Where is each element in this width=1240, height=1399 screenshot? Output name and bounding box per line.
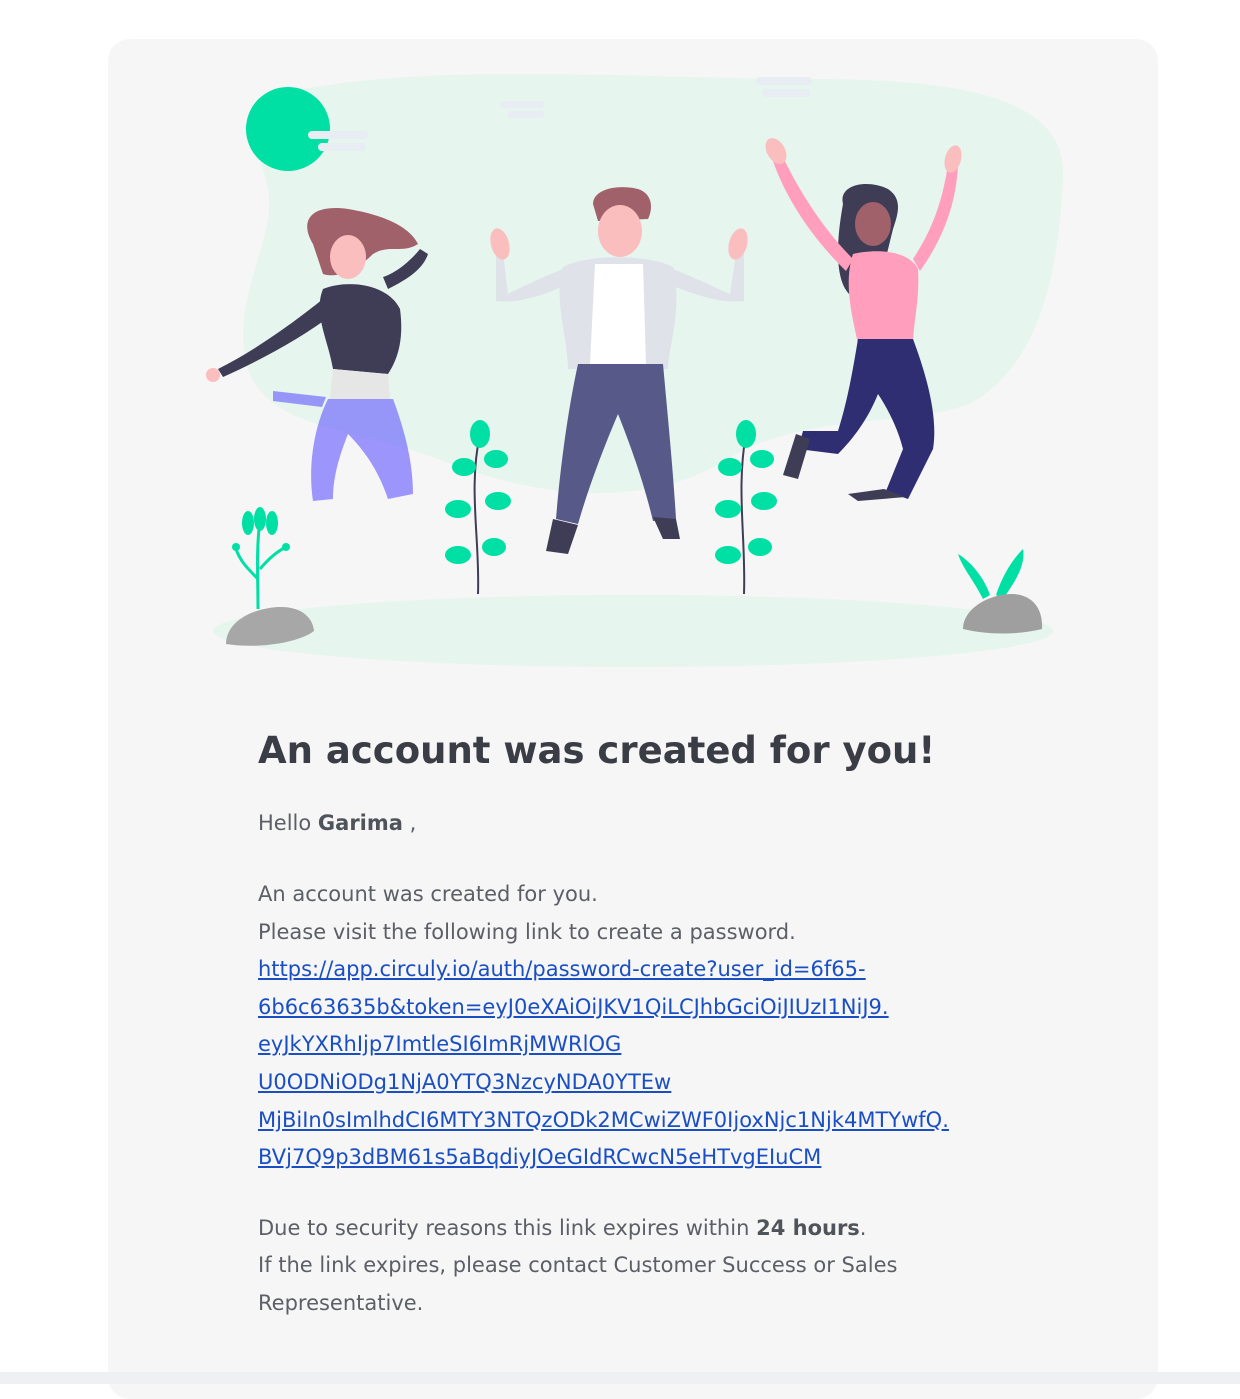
cloud <box>762 89 810 97</box>
link-line[interactable]: eyJkYXRhIjp7ImtleSI6ImRjMWRlOG <box>258 1026 978 1064</box>
sun <box>246 87 330 171</box>
email-card: An account was created for you! Hello Ga… <box>108 39 1158 1399</box>
body-line-instruction: Please visit the following link to creat… <box>258 919 796 944</box>
greeting: Hello Garima , <box>258 805 978 843</box>
cloud <box>308 131 368 139</box>
expiry-notice: Due to security reasons this link expire… <box>258 1210 978 1248</box>
cloud <box>508 111 544 118</box>
expiry-value: 24 hours <box>756 1215 860 1240</box>
greeting-prefix: Hello <box>258 811 312 836</box>
link-line[interactable]: 6b6c63635b&token=eyJ0eXAiOiJKV1QiLCJhbGc… <box>258 989 978 1027</box>
user-name: Garima <box>317 811 403 836</box>
link-line[interactable]: U0ODNiODg1NjA0YTQ3NzcyNDA0YTEw <box>258 1064 978 1102</box>
celebration-illustration <box>206 74 1064 667</box>
email-body: An account was created for you! Hello Ga… <box>258 729 978 1323</box>
ground <box>213 595 1053 667</box>
email-title: An account was created for you! <box>258 729 936 772</box>
link-line[interactable]: https://app.circuly.io/auth/password-cre… <box>258 951 978 989</box>
expiry-suffix: . <box>859 1215 867 1240</box>
expiry-prefix: Due to security reasons this link expire… <box>258 1215 750 1240</box>
link-line[interactable]: BVj7Q9p3dBM61s5aBqdiyJOeGIdRCwcN5eHTvgEI… <box>258 1139 978 1177</box>
link-line[interactable]: MjBiIn0sImlhdCI6MTY3NTQzODk2MCwiZWF0Ijox… <box>258 1102 978 1140</box>
password-create-link[interactable]: https://app.circuly.io/auth/password-cre… <box>258 951 978 1177</box>
cloud <box>318 143 366 151</box>
cloud <box>500 101 544 108</box>
greeting-suffix: , <box>409 811 417 836</box>
plant-left <box>234 520 287 610</box>
body-line-created: An account was created for you. <box>258 881 598 906</box>
plant-left-leaves <box>232 507 290 551</box>
rock-right <box>963 594 1043 634</box>
cloud <box>756 77 812 85</box>
plant-right <box>958 549 1024 599</box>
page-bottom-edge <box>0 1372 1240 1384</box>
contact-notice: If the link expires, please contact Cust… <box>258 1253 898 1315</box>
